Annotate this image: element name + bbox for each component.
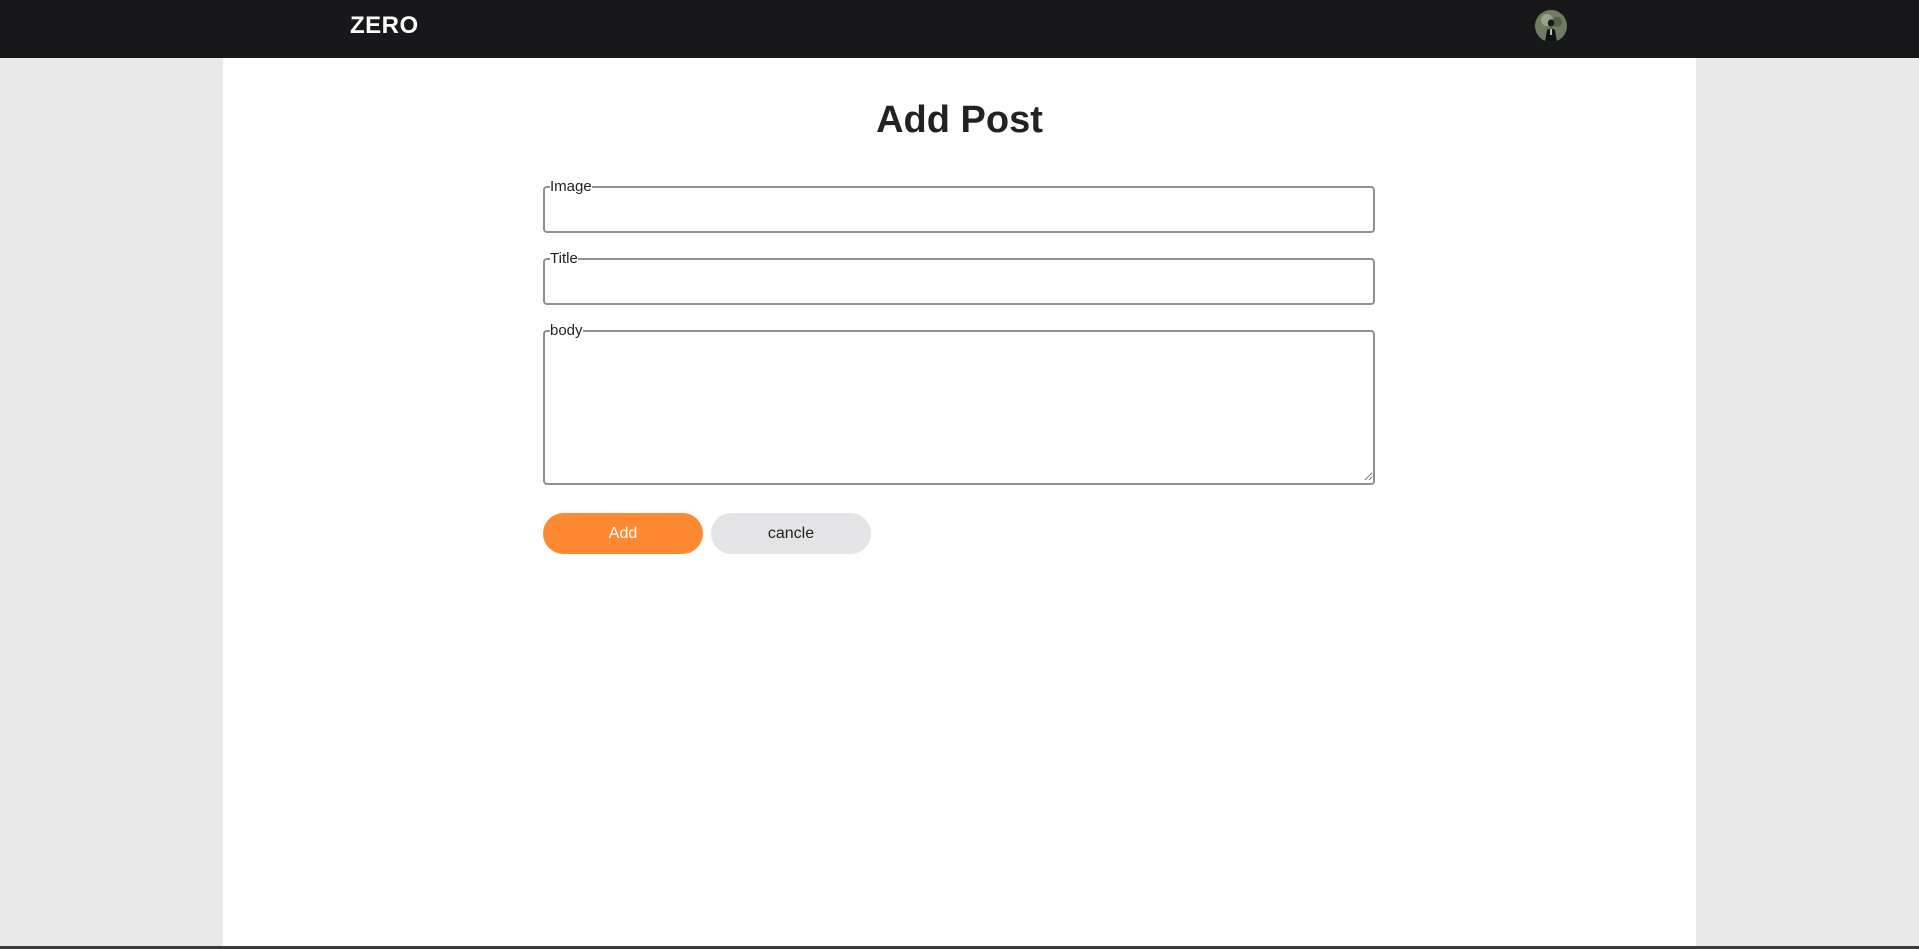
top-navbar: ZERO [0,0,1919,58]
image-field-label: Image [550,178,592,195]
title-input[interactable] [545,267,1373,301]
page-title: Add Post [876,99,1043,141]
body-textarea[interactable] [545,339,1373,481]
user-avatar-icon[interactable] [1535,10,1567,42]
brand-logo[interactable]: ZERO [350,12,419,40]
image-field: Image [543,179,1375,233]
cancel-button[interactable]: cancle [711,513,871,554]
body-field-label: body [550,322,583,339]
title-field-label: Title [550,250,578,267]
title-field: Title [543,251,1375,305]
add-button[interactable]: Add [543,513,703,554]
main-content-panel: Add Post Image Title body Add cancle [223,58,1696,946]
avatar-image [1535,10,1567,42]
body-field: body [543,323,1375,485]
image-input[interactable] [545,195,1373,229]
